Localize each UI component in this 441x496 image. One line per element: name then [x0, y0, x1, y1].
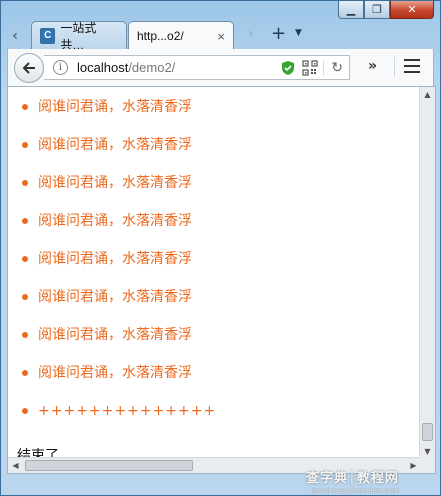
tab-strip: ‹ C 一站式共… http...o2/ × › + ▼ — [1, 19, 440, 52]
list-item: 阅谁问君诵，水落清香浮 — [22, 327, 435, 365]
back-button[interactable] — [14, 52, 44, 83]
tab-active[interactable]: http...o2/ × — [128, 21, 234, 50]
site-favicon-icon: C — [40, 27, 56, 44]
url-host: localhost — [77, 60, 129, 75]
vertical-scroll-thumb[interactable] — [422, 423, 433, 441]
close-icon[interactable]: ✕ — [390, 1, 434, 19]
minimize-icon[interactable]: ▁ — [338, 1, 364, 19]
caption-buttons: ▁ ❐ ✕ — [338, 1, 434, 19]
item-list: 阅谁问君诵，水落清香浮 阅谁问君诵，水落清香浮 阅谁问君诵，水落清香浮 阅谁问君… — [8, 87, 435, 441]
reload-icon[interactable]: ↻ — [331, 59, 343, 76]
vertical-scrollbar[interactable]: ▲ ▼ — [419, 87, 435, 459]
qr-code-icon[interactable] — [302, 60, 318, 76]
list-item: 阅谁问君诵，水落清香浮 — [22, 175, 435, 213]
list-item: ++++++++++++++ — [22, 403, 435, 441]
overflow-button[interactable]: » — [368, 58, 377, 74]
site-info-icon[interactable]: i — [53, 60, 68, 75]
watermark: 查字典│教程网 jiaocheng.chazidian.com — [306, 467, 438, 495]
url-path: /demo2/ — [128, 60, 176, 75]
shield-icon[interactable] — [281, 60, 295, 76]
tab-inactive[interactable]: C 一站式共… — [31, 21, 127, 52]
scroll-up-icon[interactable]: ▲ — [420, 87, 435, 102]
url-bar[interactable]: i localhost /demo2/ ↻ — [44, 55, 350, 80]
tab-close-icon[interactable]: × — [217, 29, 225, 44]
list-item: 阅谁问君诵，水落清香浮 — [22, 99, 435, 137]
page-content: 阅谁问君诵，水落清香浮 阅谁问君诵，水落清香浮 阅谁问君诵，水落清香浮 阅谁问君… — [7, 86, 436, 474]
url-bar-separator — [323, 60, 324, 76]
hamburger-menu-icon[interactable] — [404, 59, 420, 73]
maximize-icon[interactable]: ❐ — [364, 1, 390, 19]
new-tab-button[interactable]: + — [271, 23, 286, 44]
list-item: 阅谁问君诵，水落清香浮 — [22, 213, 435, 251]
watermark-sub: jiaocheng.chazidian.com — [312, 487, 399, 495]
list-item: 阅谁问君诵，水落清香浮 — [22, 365, 435, 403]
horizontal-scroll-thumb[interactable] — [25, 460, 193, 471]
back-arrow-icon — [22, 61, 35, 74]
watermark-main: 查字典│教程网 — [306, 471, 399, 486]
navigation-toolbar: i localhost /demo2/ ↻ » — [7, 49, 434, 86]
list-item: 阅谁问君诵，水落清香浮 — [22, 251, 435, 289]
list-item: 阅谁问君诵，水落清香浮 — [22, 137, 435, 175]
tab-scroll-left-icon[interactable]: ‹ — [8, 26, 22, 46]
browser-window: ▁ ❐ ✕ ‹ C 一站式共… http...o2/ × › + ▼ i loc… — [0, 0, 441, 496]
list-item: 阅谁问君诵，水落清香浮 — [22, 289, 435, 327]
tab-list-dropdown-icon[interactable]: ▼ — [295, 28, 302, 38]
scroll-left-icon[interactable]: ◀ — [8, 458, 23, 473]
toolbar-separator — [394, 57, 395, 77]
tab-scroll-right-icon[interactable]: › — [248, 26, 254, 42]
tab-label: http...o2/ — [137, 29, 184, 43]
tab-label: 一站式共… — [60, 20, 97, 52]
